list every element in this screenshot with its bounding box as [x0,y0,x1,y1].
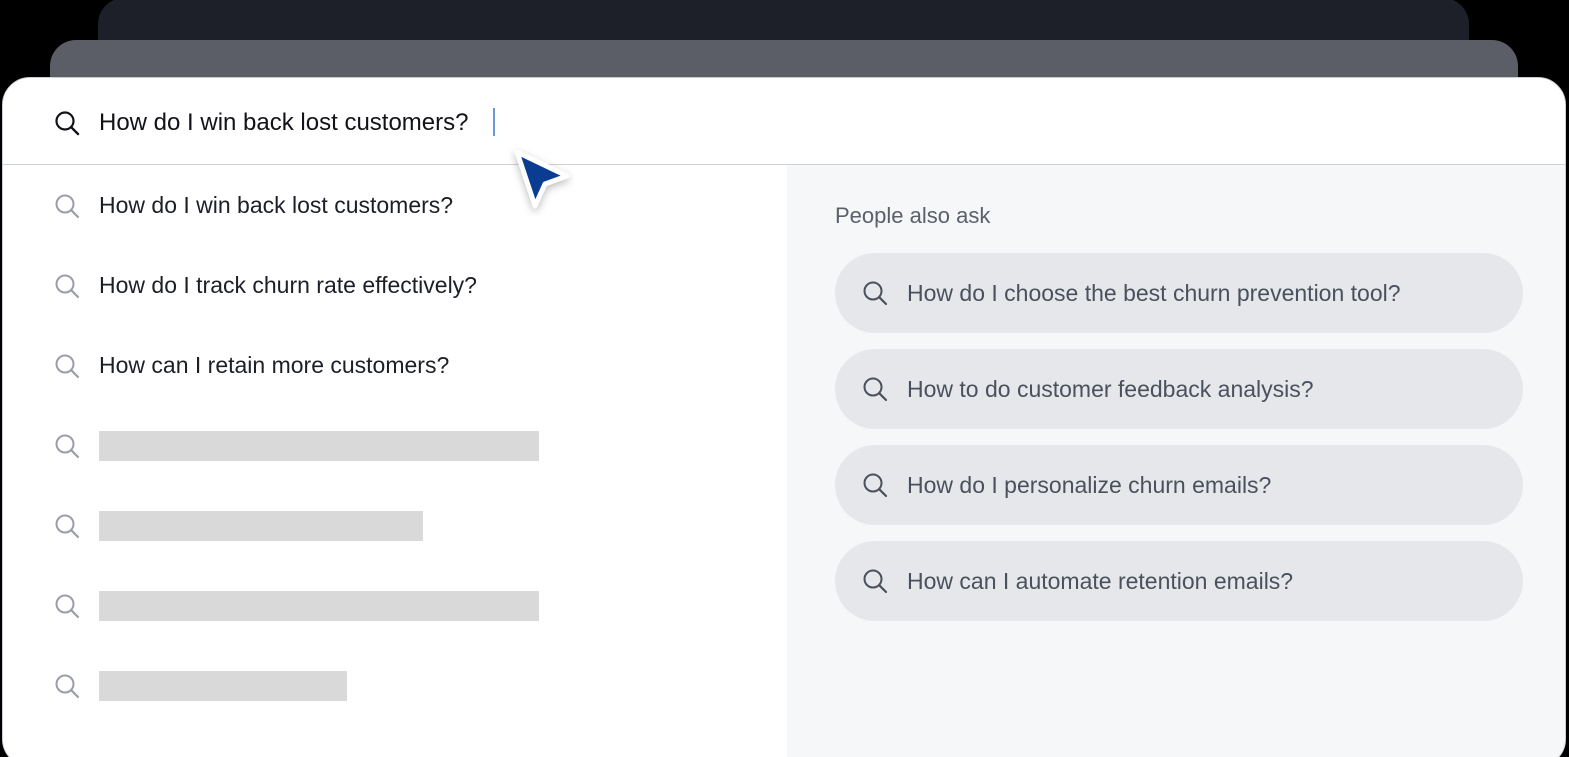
people-also-ask-item-3[interactable]: How do I personalize churn emails? [835,445,1523,525]
search-icon [55,194,80,219]
search-icon [55,674,80,699]
search-icon [863,377,888,402]
suggestion-label: How do I track churn rate effectively? [99,272,477,298]
people-also-ask-label: How do I choose the best churn preventio… [907,280,1401,306]
suggestion-item-2[interactable]: How do I track churn rate effectively? [3,256,787,316]
people-also-ask-label: How can I automate retention emails? [907,568,1294,594]
people-also-ask-label: How to do customer feedback analysis? [907,376,1314,402]
loading-placeholder-bar [99,591,539,621]
suggestion-item-placeholder-2 [3,496,787,556]
loading-placeholder-bar [99,671,347,701]
search-icon [55,594,80,619]
suggestion-item-placeholder-4 [3,656,787,716]
suggestion-label: How do I win back lost customers? [99,192,454,218]
people-also-ask-title: People also ask [835,203,991,228]
search-icon [55,274,80,299]
people-also-ask-item-4[interactable]: How can I automate retention emails? [835,541,1523,621]
stage: How do I win back lost customers? How do… [0,0,1569,757]
suggestion-item-placeholder-1 [3,416,787,476]
search-icon [863,473,888,498]
suggestion-item-3[interactable]: How can I retain more customers? [3,336,787,396]
people-also-ask-section: People also ask How do I choose the best… [787,165,1565,757]
suggestion-label: How can I retain more customers? [99,352,450,378]
suggestion-item-placeholder-3 [3,576,787,636]
people-also-ask-item-2[interactable]: How to do customer feedback analysis? [835,349,1523,429]
search-icon [863,569,888,594]
search-icon [55,111,80,136]
mouse-pointer-icon [514,149,570,209]
loading-placeholder-bar [99,511,423,541]
people-also-ask-item-1[interactable]: How do I choose the best churn preventio… [835,253,1523,333]
loading-placeholder-bar [99,431,539,461]
search-icon [55,354,80,379]
search-panel: How do I win back lost customers? How do… [2,77,1566,757]
search-bar[interactable]: How do I win back lost customers? [3,78,1565,165]
suggestion-item-1[interactable]: How do I win back lost customers? [3,176,787,236]
search-icon [55,514,80,539]
search-icon [55,434,80,459]
suggestions-list: How do I win back lost customers? How do… [3,165,787,757]
people-also-ask-label: How do I personalize churn emails? [907,472,1272,498]
search-input[interactable]: How do I win back lost customers? [99,106,468,140]
text-caret [493,108,495,136]
search-icon [863,281,888,306]
